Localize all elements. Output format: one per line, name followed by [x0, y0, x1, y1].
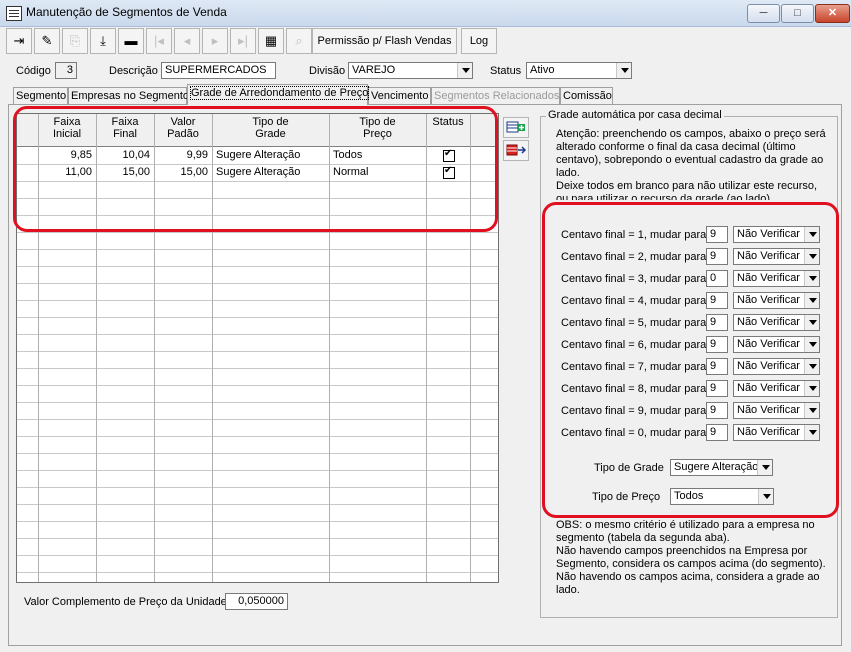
add-row-button[interactable]	[503, 117, 529, 138]
remove-row-icon	[506, 144, 527, 156]
pencil-edit-button[interactable]: ✎	[34, 28, 60, 54]
close-button[interactable]: ✕	[815, 4, 850, 23]
delete-record-button[interactable]: ▬	[118, 28, 144, 54]
maximize-icon: □	[794, 7, 801, 19]
previous-record-icon: ◂	[183, 33, 191, 48]
divisao-select[interactable]: VAREJO	[348, 62, 473, 79]
highlight-box-centavos	[542, 202, 839, 518]
descricao-field[interactable]: SUPERMERCADOS	[161, 62, 276, 79]
tab-grade-arredondamento[interactable]: Grade de Arredondamento de Preço	[187, 84, 370, 105]
status-select[interactable]: Ativo	[526, 62, 632, 79]
last-record-icon: ▸|	[238, 33, 248, 48]
exit-door-icon: ⇥	[13, 33, 25, 48]
tab-label: Empresas no Segmento	[71, 90, 190, 102]
tab-label: Segmento	[16, 90, 67, 102]
add-row-icon	[506, 121, 525, 133]
tab-vencimento[interactable]: Vencimento	[368, 87, 431, 104]
download-save-button[interactable]: ⤓	[90, 28, 116, 54]
download-save-icon: ⤓	[100, 33, 106, 48]
pencil-edit-icon: ✎	[41, 33, 53, 48]
tab-label: Comissão	[563, 90, 612, 102]
status-label: Status	[490, 65, 522, 77]
binoculars-search-button: ⌕	[286, 28, 312, 54]
permissao-flash-vendas-button[interactable]: Permissão p/ Flash Vendas	[312, 28, 457, 54]
title-bar: Manutenção de Segmentos de Venda ─ □ ✕	[0, 0, 851, 27]
remove-row-button[interactable]	[503, 140, 529, 161]
next-record-icon: ▸	[211, 33, 219, 48]
descricao-label: Descrição	[109, 65, 158, 77]
groupbox-obs-text: OBS: o mesmo critério é utilizado para a…	[556, 519, 826, 596]
previous-record-button: ◂	[174, 28, 200, 54]
valor-complemento-label: Valor Complemento de Preço da Unidade	[24, 596, 227, 608]
tab-segmentos-relacionados: Segmentos Relacionados	[431, 87, 560, 104]
minimize-icon: ─	[759, 7, 768, 19]
minimize-button[interactable]: ─	[747, 4, 780, 23]
copy-new-button: ⎘	[62, 28, 88, 54]
tab-comissao[interactable]: Comissão	[560, 87, 613, 104]
film-grid-icon: ▦	[264, 33, 278, 48]
copy-new-icon: ⎘	[69, 33, 81, 48]
highlight-box-grid	[13, 106, 498, 232]
valor-complemento-field[interactable]: 0,050000	[225, 593, 288, 610]
tab-empresas-no-segmento[interactable]: Empresas no Segmento	[68, 87, 190, 104]
divisao-value: VAREJO	[352, 64, 396, 76]
first-record-icon: |◂	[154, 33, 164, 48]
maximize-button[interactable]: □	[781, 4, 814, 23]
window-title: Manutenção de Segmentos de Venda	[26, 5, 227, 19]
tab-label: Grade de Arredondamento de Preço	[190, 86, 370, 100]
tab-label: Vencimento	[371, 90, 429, 102]
close-icon: ✕	[827, 7, 838, 19]
permissao-label: Permissão p/ Flash Vendas	[317, 35, 452, 47]
status-value: Ativo	[530, 64, 555, 76]
next-record-button: ▸	[202, 28, 228, 54]
groupbox-info-text: Atenção: preenchendo os campos, abaixo o…	[556, 128, 826, 200]
binoculars-search-icon: ⌕	[295, 33, 303, 48]
film-grid-button[interactable]: ▦	[258, 28, 284, 54]
log-label: Log	[469, 35, 489, 47]
chevron-down-icon[interactable]	[616, 63, 631, 78]
exit-door-button[interactable]: ⇥	[6, 28, 32, 54]
chevron-down-icon[interactable]	[457, 63, 472, 78]
last-record-button: ▸|	[230, 28, 256, 54]
codigo-label: Código	[16, 65, 51, 77]
window-form-icon	[6, 6, 22, 21]
tab-label: Segmentos Relacionados	[434, 90, 560, 102]
groupbox-title: Grade automática por casa decimal	[546, 109, 724, 121]
log-button[interactable]: Log	[461, 28, 497, 54]
divisao-label: Divisão	[309, 65, 346, 77]
codigo-field[interactable]: 3	[55, 62, 77, 79]
first-record-button: |◂	[146, 28, 172, 54]
tab-segmento[interactable]: Segmento	[13, 87, 68, 104]
delete-record-icon: ▬	[124, 33, 138, 48]
